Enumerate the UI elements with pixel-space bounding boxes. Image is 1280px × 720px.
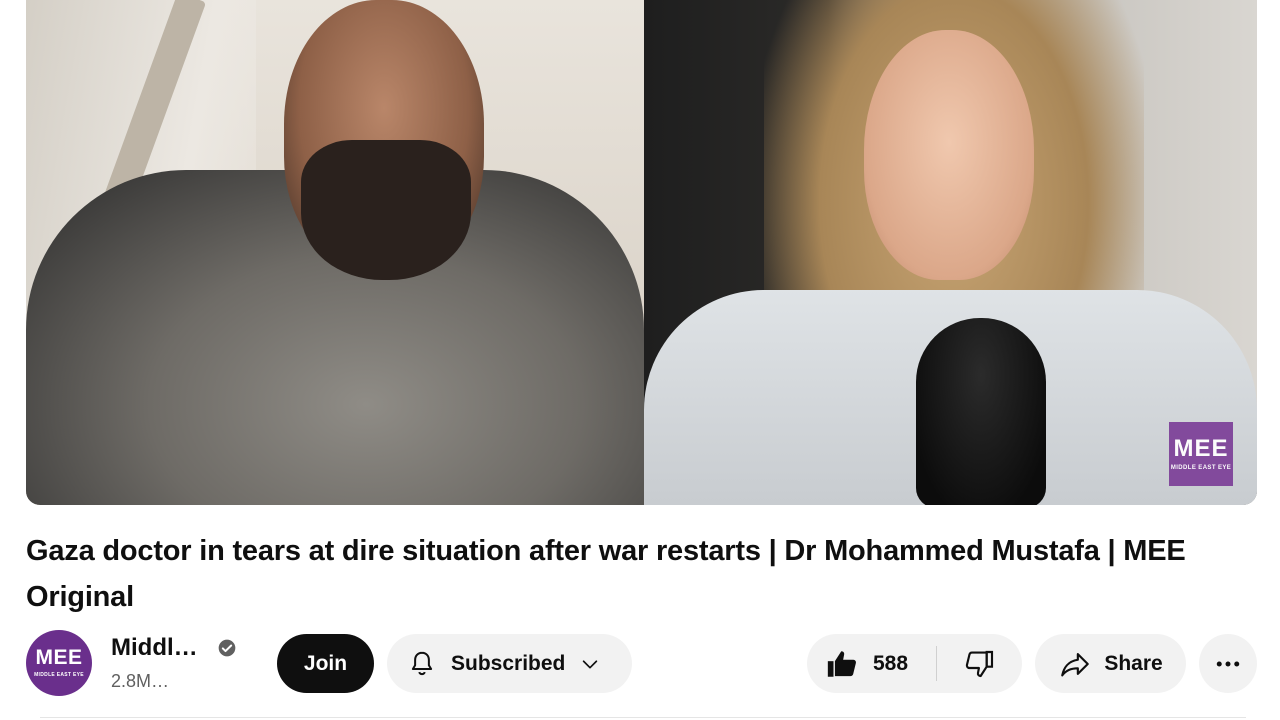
- section-divider: [40, 717, 1246, 718]
- avatar-logo-text: MEE: [35, 646, 83, 669]
- more-actions-button[interactable]: [1199, 634, 1257, 693]
- watermark-logo-text: MEE: [1173, 435, 1229, 462]
- subscriber-count: 2.8M…: [111, 671, 170, 691]
- like-button[interactable]: 588: [807, 634, 936, 693]
- like-count: 588: [873, 651, 909, 675]
- subscribed-label: Subscribed: [451, 651, 566, 675]
- channel-name[interactable]: Middl…: [111, 634, 198, 662]
- avatar-subtext: MIDDLE EAST EYE: [34, 672, 84, 678]
- channel-watermark[interactable]: MEE MIDDLE EAST EYE: [1169, 422, 1233, 486]
- more-horizontal-icon: [1216, 661, 1240, 666]
- video-title: Gaza doctor in tears at dire situation a…: [26, 535, 1186, 613]
- subscribed-button[interactable]: Subscribed: [387, 634, 632, 693]
- verified-badge-icon: [218, 639, 236, 657]
- dislike-button[interactable]: [937, 634, 1022, 693]
- thumbs-down-icon: [965, 650, 993, 677]
- thumbs-up-icon: [827, 650, 856, 677]
- share-label: Share: [1104, 651, 1163, 675]
- share-button[interactable]: Share: [1035, 634, 1186, 693]
- join-button[interactable]: Join: [277, 634, 374, 693]
- channel-avatar[interactable]: MEE MIDDLE EAST EYE: [26, 630, 92, 696]
- share-arrow-icon: [1061, 652, 1090, 676]
- chevron-down-icon: [583, 659, 598, 668]
- video-player[interactable]: MEE MIDDLE EAST EYE: [26, 0, 1257, 505]
- video-frame-left: [26, 0, 644, 505]
- video-frame-right: [644, 0, 1257, 505]
- bell-icon: [411, 651, 433, 675]
- watermark-subtext: MIDDLE EAST EYE: [1170, 465, 1232, 471]
- like-dislike-group: 588: [807, 634, 1022, 693]
- join-button-label: Join: [303, 651, 348, 675]
